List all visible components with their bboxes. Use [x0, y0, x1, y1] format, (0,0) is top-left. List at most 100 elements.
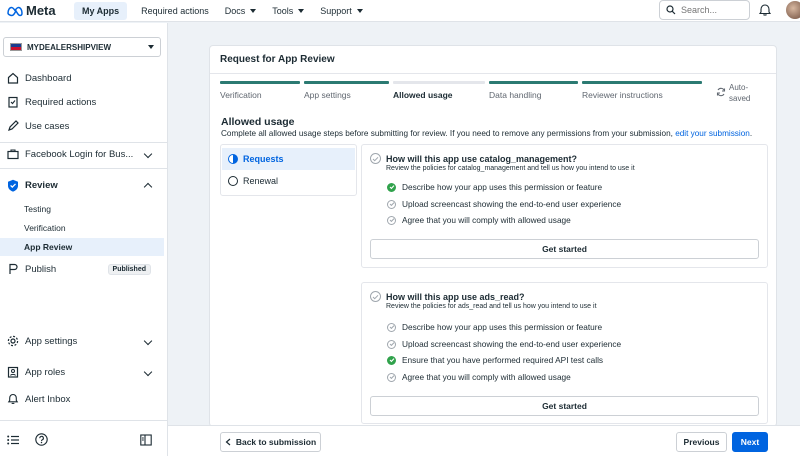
- autosave-text: saved: [729, 94, 751, 103]
- nav-my-apps[interactable]: My Apps: [74, 2, 128, 20]
- sidebar-item-app-roles[interactable]: App roles: [0, 362, 165, 382]
- step-bar: [393, 81, 485, 84]
- sidebar-item-label: Verification: [24, 223, 66, 233]
- check-pending-icon: [387, 199, 396, 209]
- caret-down-icon: [250, 9, 257, 13]
- chevron-left-icon: [225, 438, 231, 446]
- app-selector[interactable]: MYDEALERSHIPVIEW: [3, 37, 161, 57]
- nav-docs[interactable]: Docs: [217, 0, 265, 22]
- caret-down-icon: [298, 9, 305, 13]
- next-button[interactable]: Next: [732, 432, 768, 452]
- step-label: App settings: [304, 90, 351, 100]
- search-input[interactable]: [681, 5, 741, 15]
- requirement-text: Upload screencast showing the end-to-end…: [402, 339, 622, 349]
- get-started-button[interactable]: Get started: [370, 239, 759, 259]
- chevron-down-icon: [143, 149, 153, 159]
- sidebar-item-label: Use cases: [25, 120, 70, 132]
- sidebar-item-required-actions[interactable]: Required actions: [0, 92, 165, 112]
- sidebar-subitem-app-review[interactable]: App Review: [0, 238, 164, 256]
- sidebar: MYDEALERSHIPVIEW Dashboard Required acti…: [0, 23, 168, 456]
- check-pending-icon: [387, 372, 396, 382]
- top-nav: My Apps Required actions Docs Tools Supp…: [74, 0, 371, 22]
- sidebar-item-facebook-login[interactable]: Facebook Login for Bus...: [0, 144, 165, 164]
- sidebar-item-use-cases[interactable]: Use cases: [0, 116, 165, 136]
- check-circle-outline-icon: [370, 291, 381, 302]
- sidebar-subitem-testing[interactable]: Testing: [0, 200, 164, 218]
- bell-icon[interactable]: [758, 3, 772, 17]
- card-divider: [210, 73, 776, 74]
- sidebar-item-label: Alert Inbox: [25, 393, 71, 405]
- bell-icon: [6, 393, 19, 406]
- sidebar-item-alert-inbox[interactable]: Alert Inbox: [0, 389, 165, 409]
- step-app-settings[interactable]: App settings: [304, 81, 393, 105]
- sidebar-item-review[interactable]: Review: [0, 175, 165, 195]
- step-allowed-usage[interactable]: Allowed usage: [393, 81, 489, 105]
- sidebar-divider: [0, 420, 167, 421]
- nav-label: My Apps: [82, 6, 120, 16]
- clipboard-icon: [6, 96, 19, 109]
- step-verification[interactable]: Verification: [220, 81, 304, 105]
- half-circle-icon: [228, 154, 238, 164]
- autosave-status: Auto-saved: [716, 82, 750, 104]
- section-description: Complete all allowed usage steps before …: [221, 129, 752, 138]
- sidebar-item-dashboard[interactable]: Dashboard: [0, 68, 165, 88]
- step-bar: [220, 81, 300, 84]
- description-text: Complete all allowed usage steps before …: [221, 129, 673, 138]
- permission-subtitle: Review the policies for catalog_manageme…: [386, 165, 635, 172]
- nav-label: Required actions: [141, 6, 209, 16]
- check-pending-icon: [387, 339, 396, 349]
- status-badge: Published: [107, 263, 151, 275]
- collapse-sidebar-icon[interactable]: [139, 433, 153, 447]
- caret-down-icon: [356, 9, 363, 13]
- requirement-text: Ensure that you have performed required …: [402, 355, 604, 365]
- check-pending-icon: [387, 215, 396, 225]
- step-reviewer-instructions[interactable]: Reviewer instructions: [582, 81, 706, 105]
- nav-tools[interactable]: Tools: [264, 0, 312, 22]
- back-to-submission-button[interactable]: Back to submission: [220, 432, 321, 452]
- app-review-card: Request for App Review Verification App …: [209, 45, 777, 427]
- meta-logo[interactable]: Meta: [6, 3, 56, 18]
- card-title: Request for App Review: [220, 54, 335, 65]
- sidebar-subitem-verification[interactable]: Verification: [0, 219, 164, 237]
- previous-button[interactable]: Previous: [676, 432, 727, 452]
- step-bar: [582, 81, 702, 84]
- user-avatar[interactable]: [786, 1, 800, 19]
- permission-panel-catalog-management: How will this app use catalog_management…: [361, 144, 768, 268]
- get-started-button[interactable]: Get started: [370, 396, 759, 416]
- sidebar-bottom-bar: [0, 423, 167, 456]
- requirement-text: Describe how your app uses this permissi…: [402, 182, 603, 192]
- sidebar-divider: [0, 168, 167, 169]
- request-type-tabs: Requests Renewal: [220, 144, 357, 196]
- sidebar-item-publish[interactable]: Publish Published: [0, 259, 165, 279]
- nav-label: Tools: [272, 6, 294, 16]
- edit-submission-link[interactable]: edit your submission: [675, 129, 750, 138]
- sidebar-item-app-settings[interactable]: App settings: [0, 331, 165, 351]
- requirement-text: Describe how your app uses this permissi…: [402, 322, 603, 332]
- nav-label: Support: [320, 6, 352, 16]
- check-complete-icon: [387, 355, 396, 365]
- tab-label: Requests: [243, 154, 284, 164]
- sidebar-item-label: Review: [25, 179, 58, 191]
- requirement-item: Upload screencast showing the end-to-end…: [387, 339, 621, 349]
- tab-requests[interactable]: Requests: [222, 148, 355, 170]
- permission-title-text: How will this app use ads_read?: [386, 291, 525, 302]
- shield-check-icon: [6, 179, 19, 192]
- home-icon: [6, 72, 19, 85]
- step-bar: [304, 81, 389, 84]
- person-badge-icon: [6, 366, 19, 379]
- nav-support[interactable]: Support: [312, 0, 371, 22]
- nav-required-actions[interactable]: Required actions: [133, 0, 217, 22]
- publish-icon: [6, 263, 19, 276]
- search-box[interactable]: [659, 0, 750, 20]
- tab-renewal[interactable]: Renewal: [222, 170, 355, 192]
- requirement-text: Agree that you will comply with allowed …: [402, 372, 571, 382]
- list-icon[interactable]: [6, 433, 20, 447]
- help-icon[interactable]: [34, 433, 48, 447]
- sidebar-item-label: Dashboard: [25, 72, 72, 84]
- gear-icon: [6, 335, 19, 348]
- step-label: Verification: [220, 90, 262, 100]
- step-data-handling[interactable]: Data handling: [489, 81, 582, 105]
- button-label: Back to submission: [235, 437, 317, 447]
- step-label: Reviewer instructions: [582, 90, 663, 100]
- requirement-text: Agree that you will comply with allowed …: [402, 215, 571, 225]
